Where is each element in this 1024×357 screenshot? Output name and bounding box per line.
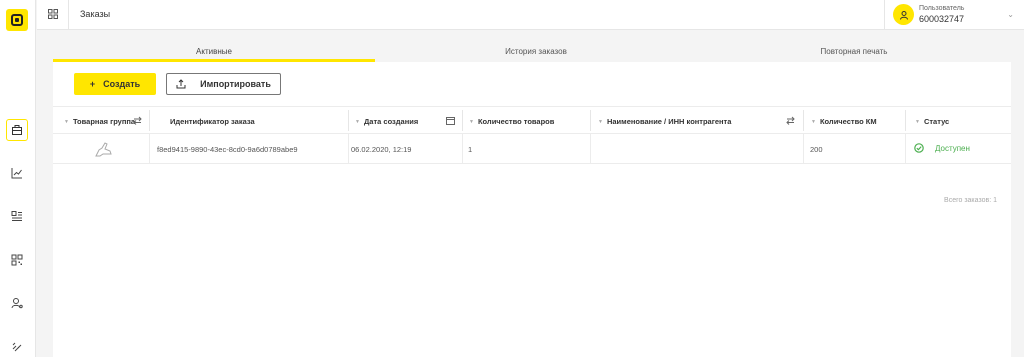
cell-created: 06.02.2020, 12:19	[351, 145, 412, 154]
upload-icon	[176, 79, 186, 89]
toolbar: + Создать Импортировать	[53, 62, 1011, 106]
sidebar-item-orders[interactable]	[6, 119, 28, 141]
logo-icon	[11, 14, 23, 26]
orders-table: ▼ Товарная группа Идентификатор заказа ▼ Д…	[53, 106, 1011, 357]
column-header-order-id[interactable]: Идентификатор заказа	[170, 107, 255, 134]
user-role: Пользователь	[919, 5, 965, 12]
cell-items-count: 1	[468, 145, 473, 154]
avatar	[893, 4, 914, 25]
tab-active[interactable]: Активные	[53, 40, 375, 62]
total-count: Всего заказов: 1	[944, 197, 997, 204]
sidebar-item-users[interactable]	[6, 292, 28, 314]
sidebar-item-codes[interactable]	[6, 249, 28, 271]
table-header: ▼ Товарная группа Идентификатор заказа ▼ Д…	[53, 106, 1011, 134]
calendar-icon[interactable]	[446, 116, 455, 125]
import-button[interactable]: Импортировать	[166, 73, 281, 95]
user-id: 600032747	[919, 14, 965, 24]
cell-order-id[interactable]: f8ed9415-9890-43ec-8cd0-9a6d0789abe9	[157, 134, 298, 164]
create-button-label: Создать	[103, 79, 141, 89]
sidebar-item-analytics[interactable]	[6, 162, 28, 184]
sidebar	[0, 0, 36, 357]
column-header-items-count[interactable]: ▼ Количество товаров	[469, 107, 554, 134]
link-icon	[12, 342, 22, 352]
column-header-created[interactable]: ▼ Дата создания	[355, 107, 418, 134]
tab-history[interactable]: История заказов	[375, 40, 697, 62]
user-icon	[899, 10, 908, 20]
apps-grid-icon[interactable]	[48, 9, 58, 19]
top-header: Заказы Пользователь 600032747 ⌄	[37, 0, 1024, 30]
sidebar-item-documents[interactable]	[6, 205, 28, 227]
swap-icon[interactable]	[133, 116, 142, 125]
plus-icon: +	[89, 79, 96, 89]
status-badge: Доступен	[935, 144, 970, 153]
import-button-label: Импортировать	[200, 79, 271, 89]
column-header-km-count[interactable]: ▼ Количество КМ	[811, 107, 877, 134]
swap-icon[interactable]	[786, 116, 795, 125]
list-icon	[11, 211, 22, 221]
create-button[interactable]: + Создать	[74, 73, 156, 95]
briefcase-icon	[12, 125, 22, 135]
page-title: Заказы	[80, 9, 111, 19]
logo[interactable]	[6, 9, 28, 31]
column-header-counterparty[interactable]: ▼ Наименование / ИНН контрагента	[598, 107, 731, 134]
chevron-down-icon[interactable]: ⌄	[1007, 10, 1014, 19]
table-row[interactable]: f8ed9415-9890-43ec-8cd0-9a6d0789abe9 06.…	[53, 134, 1011, 164]
sidebar-item-integrations[interactable]	[6, 336, 28, 357]
check-circle-icon	[914, 143, 924, 153]
qr-code-icon	[11, 254, 23, 266]
cell-km-count: 200	[810, 145, 823, 154]
user-settings-icon	[11, 298, 23, 309]
shoe-icon	[95, 142, 112, 157]
tabs: Активные История заказов Повторная печат…	[53, 40, 1011, 62]
chart-icon	[11, 168, 22, 179]
column-header-status[interactable]: ▼ Статус	[915, 107, 949, 134]
column-header-product-group[interactable]: ▼ Товарная группа	[64, 107, 135, 134]
user-menu[interactable]: Пользователь 600032747 ⌄	[884, 0, 1024, 30]
tab-reprint[interactable]: Повторная печать	[697, 40, 1011, 62]
